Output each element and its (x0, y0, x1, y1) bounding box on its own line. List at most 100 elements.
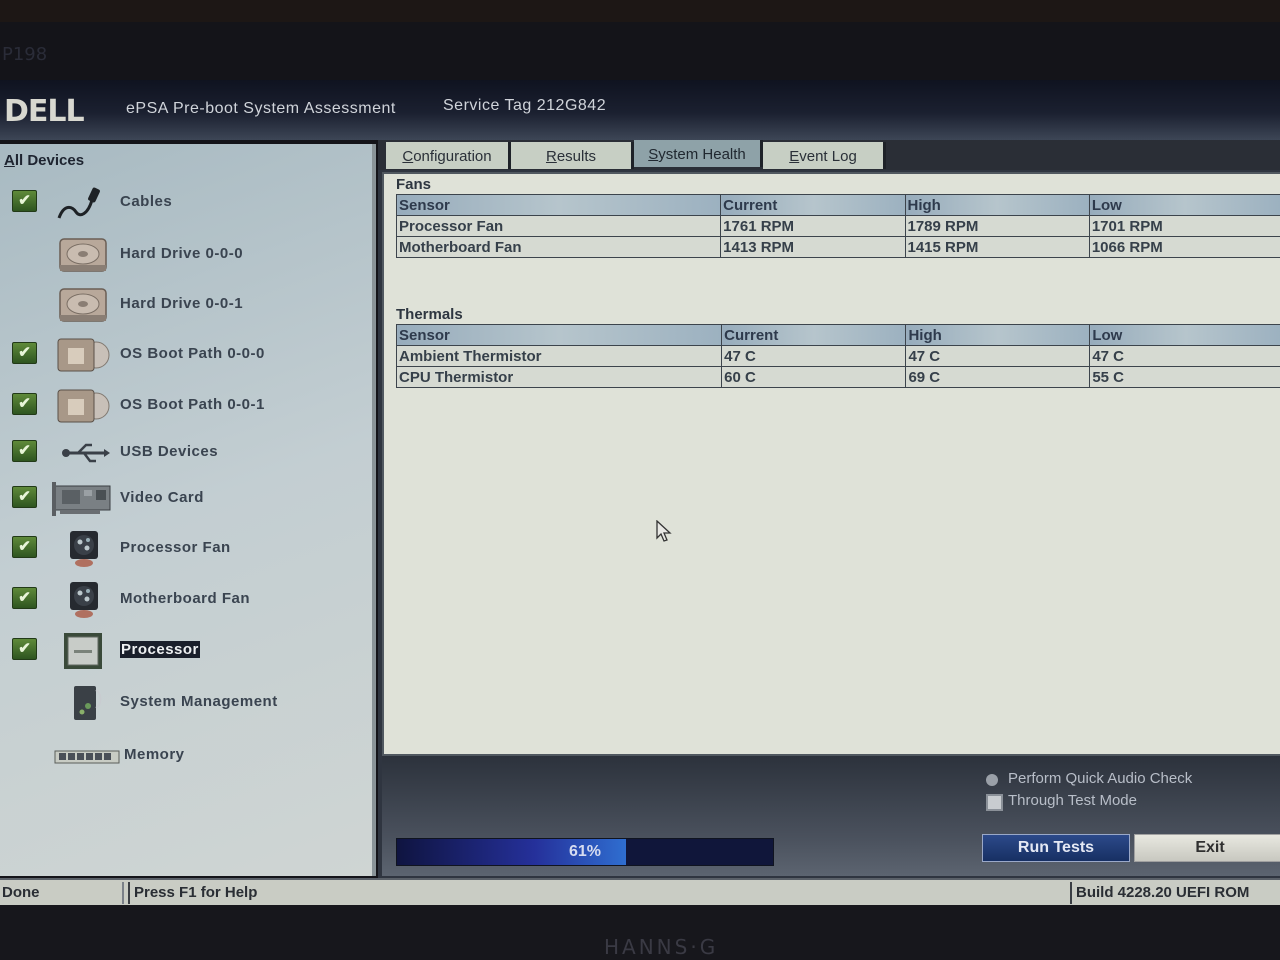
fan-icon (56, 530, 110, 568)
device-label: System Management (120, 693, 278, 710)
fans-table: Sensor Current High Low Processor Fan 1761 R… (395, 194, 1280, 258)
checkmark-icon: ✔ (12, 342, 37, 364)
device-item-processor-fan[interactable]: ✔ Processor Fan (0, 530, 370, 570)
cell-low: 47 C (1089, 345, 1280, 367)
table-row: CPU Thermistor 60 C 69 C 55 C (395, 366, 1280, 388)
tab-system-health[interactable]: System Health (634, 140, 763, 167)
device-item-system-management[interactable]: System Management (0, 684, 370, 724)
tab-results[interactable]: Results (511, 142, 634, 169)
cell-current: 47 C (721, 345, 907, 367)
thermals-section-title: Thermals (396, 306, 463, 323)
hard-drive-icon (56, 286, 110, 324)
device-label: Motherboard Fan (120, 590, 250, 607)
checkmark-icon: ✔ (12, 536, 37, 558)
exit-button[interactable]: Exit (1134, 834, 1280, 862)
cell-current: 60 C (721, 366, 907, 388)
video-card-icon (52, 480, 111, 518)
checkmark-icon: ✔ (12, 638, 37, 660)
processor-icon (56, 632, 110, 670)
column-header-high: High (905, 324, 1091, 346)
device-item-cables[interactable]: ✔ Cables (0, 184, 370, 224)
column-header-high: High (904, 194, 1090, 216)
system-management-icon (56, 684, 110, 722)
cell-sensor: Processor Fan (395, 215, 722, 237)
device-label: Hard Drive 0-0-1 (120, 295, 244, 312)
audio-check-radio[interactable] (986, 774, 998, 786)
device-sidebar: All Devices ✔ Cables Hard Drive 0-0-0 Hard … (0, 144, 376, 876)
hard-drive-icon (56, 236, 110, 274)
column-header-current: Current (720, 194, 906, 216)
all-devices-accel: A (4, 152, 15, 169)
device-label: Processor Fan (120, 539, 231, 556)
column-header-sensor: Sensor (395, 324, 723, 346)
device-label: USB Devices (120, 443, 219, 460)
cell-sensor: Motherboard Fan (395, 236, 722, 258)
fan-icon (56, 581, 110, 619)
device-item-video-card[interactable]: ✔ Video Card (0, 480, 370, 520)
all-devices-header[interactable]: All Devices (4, 152, 84, 169)
device-item-motherboard-fan[interactable]: ✔ Motherboard Fan (0, 581, 370, 621)
device-item-processor[interactable]: ✔ Processor (0, 632, 370, 672)
progress-label: 61% (568, 843, 602, 860)
cell-sensor: Ambient Thermistor (395, 345, 723, 367)
boot-path-icon (56, 387, 110, 425)
test-controls-area: Perform Quick Audio Check Through Test M… (382, 756, 1280, 876)
thorough-mode-checkbox[interactable] (986, 794, 1003, 811)
device-label: Video Card (120, 489, 204, 506)
tab-accel: E (789, 148, 800, 165)
status-bar: Done Press F1 for Help Build 4228.20 UEF… (0, 878, 1280, 905)
cell-high: 1415 RPM (904, 236, 1090, 258)
checkmark-icon: ✔ (12, 587, 37, 609)
memory-icon (54, 747, 120, 785)
device-item-os-boot-path-0-0-1[interactable]: ✔ OS Boot Path 0-0-1 (0, 387, 370, 427)
device-item-os-boot-path-0-0-0[interactable]: ✔ OS Boot Path 0-0-0 (0, 336, 370, 376)
tab-label: ystem Health (658, 146, 746, 163)
status-build: Build 4228.20 UEFI ROM (1070, 882, 1280, 904)
tab-accel: C (402, 148, 414, 165)
table-row: Motherboard Fan 1413 RPM 1415 RPM 1066 RPM (395, 236, 1280, 258)
fans-body: Processor Fan 1761 RPM 1789 RPM 1701 RPM Mot… (395, 215, 1280, 258)
test-progress-bar: 61% (396, 838, 774, 866)
device-label: OS Boot Path 0-0-0 (120, 345, 265, 362)
tab-label: esults (556, 148, 597, 165)
checkmark-icon: ✔ (12, 393, 37, 415)
dell-logo: DELL (4, 94, 85, 129)
device-item-hard-drive-0-0-0[interactable]: Hard Drive 0-0-0 (0, 236, 370, 276)
tab-accel: S (648, 146, 659, 163)
usb-icon (56, 434, 110, 472)
cell-current: 1761 RPM (720, 215, 906, 237)
device-item-usb-devices[interactable]: ✔ USB Devices (0, 434, 370, 474)
monitor-bezel-bottom: HANNS·G (0, 905, 1280, 960)
monitor-brand-logo: HANNS·G (604, 935, 719, 959)
checkmark-icon: ✔ (12, 486, 37, 508)
tab-accel: R (545, 148, 557, 165)
tab-configuration[interactable]: Configuration (386, 142, 511, 169)
device-label: Hard Drive 0-0-0 (120, 245, 244, 262)
cable-icon (56, 184, 110, 222)
tab-label: vent Log (799, 148, 857, 165)
checkmark-icon: ✔ (12, 190, 37, 212)
fans-header-row: Sensor Current High Low (395, 194, 1280, 216)
service-tag: Service Tag 212G842 (443, 97, 607, 114)
tab-bar: Configuration Results System Health Even… (378, 140, 1280, 170)
column-header-sensor: Sensor (395, 194, 722, 216)
thermals-table: Sensor Current High Low Ambient Thermistor 4… (395, 324, 1280, 388)
tab-event-log[interactable]: Event Log (763, 142, 886, 169)
device-item-hard-drive-0-0-1[interactable]: Hard Drive 0-0-1 (0, 286, 370, 326)
column-header-low: Low (1088, 194, 1280, 216)
device-label: Cables (120, 193, 173, 210)
thorough-mode-label: Through Test Mode (1008, 792, 1137, 809)
table-row: Ambient Thermistor 47 C 47 C 47 C (395, 345, 1280, 367)
mouse-cursor-icon (656, 520, 672, 542)
cell-high: 69 C (905, 366, 1091, 388)
boot-path-icon (56, 336, 110, 374)
thermals-header-row: Sensor Current High Low (395, 324, 1280, 346)
title-bar: DELL ePSA Pre-boot System Assessment Ser… (0, 80, 1280, 140)
device-item-memory[interactable]: Memory (0, 737, 370, 777)
thermals-body: Ambient Thermistor 47 C 47 C 47 C CPU Thermi… (395, 345, 1280, 388)
run-tests-button[interactable]: Run Tests (982, 834, 1130, 862)
device-label: Memory (124, 746, 185, 763)
cell-low: 55 C (1089, 366, 1280, 388)
checkmark-icon: ✔ (12, 440, 37, 462)
cell-sensor: CPU Thermistor (395, 366, 723, 388)
